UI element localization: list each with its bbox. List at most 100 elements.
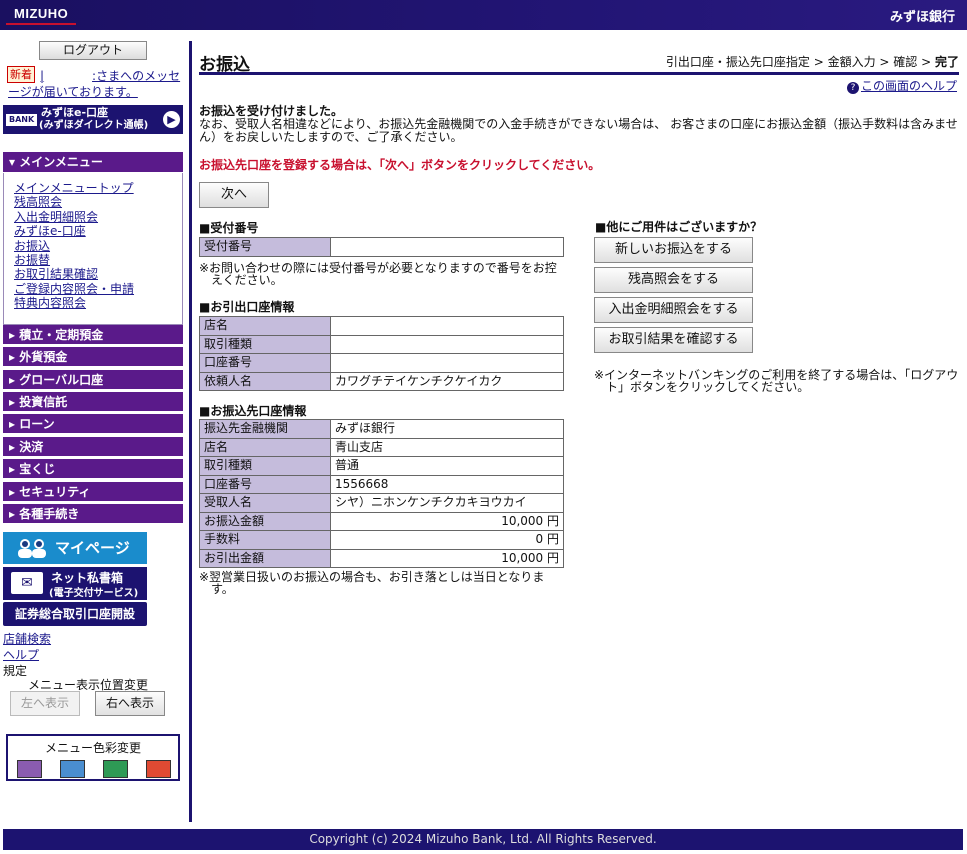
color-swatch-green[interactable] [103, 760, 128, 778]
chevron-right-icon: ▸ [9, 395, 20, 409]
completion-text: なお、受取人名相違などにより、お振込先金融機関での入金手続きができない場合は、 … [199, 117, 958, 144]
chevron-right-icon: ▸ [9, 373, 20, 387]
show-left-button[interactable]: 左へ表示 [10, 691, 80, 716]
menu-item-e-account[interactable]: みずほe-口座 [14, 224, 182, 238]
category-lottery[interactable]: ▸ 宝くじ [3, 459, 183, 479]
next-button[interactable]: 次へ [199, 182, 269, 208]
receipt-value [330, 237, 564, 257]
row-label: 依頼人名 [199, 371, 331, 391]
bank-name: みずほ銀行 [889, 10, 955, 25]
page-help-link[interactable]: ? この画面のヘルプ [846, 77, 957, 94]
menu-item-top[interactable]: メインメニュートップ [14, 181, 182, 195]
category-payment[interactable]: ▸ 決済 [3, 437, 183, 457]
table-row: 手数料 0 円 [199, 530, 564, 550]
row-value: 1556668 [330, 474, 564, 494]
mypage-label: マイページ [55, 539, 130, 557]
menu-item-balance[interactable]: 残高照会 [14, 195, 182, 209]
category-label: ローン [19, 417, 55, 431]
category-procedures[interactable]: ▸ 各種手続き [3, 504, 183, 524]
message-prefix: | [40, 69, 45, 83]
chevron-down-icon: ▾ [9, 155, 20, 169]
receipt-label: 受付番号 [199, 237, 331, 257]
row-label: 手数料 [199, 530, 331, 550]
main-menu-list: メインメニュートップ 残高照会 入出金明細照会 みずほe-口座 お振込 お振替 … [3, 173, 183, 325]
color-swatch-red[interactable] [146, 760, 171, 778]
bank-icon: BANK [6, 114, 38, 126]
from-account-table: 店名 取引種類 口座番号 依頼人名 カワグチテイケンチクケイカク [199, 316, 564, 391]
e-account-title: みずほe-口座 [41, 106, 109, 119]
row-value: シヤ）ニホンケンチクカキヨウカイ [330, 493, 564, 513]
row-value: 10,000 円 [330, 511, 564, 531]
row-value: 普通 [330, 456, 564, 476]
branch-search-link[interactable]: 店舗検索 [3, 630, 51, 647]
receipt-table: 受付番号 [199, 237, 564, 257]
menu-item-account-transfer[interactable]: お振替 [14, 253, 182, 267]
menu-item-transaction-result[interactable]: お取引結果確認 [14, 267, 182, 281]
completion-message: お振込を受け付けました。 なお、受取人名相違などにより、お振込先金融機関での入金… [199, 105, 959, 144]
step-indicator: 引出口座・振込先口座指定 > 金額入力 > 確認 > 完了 [666, 53, 959, 70]
main-menu-title: メインメニュー [19, 155, 103, 169]
row-label: 振込先金融機関 [199, 419, 331, 439]
arrow-right-icon: ▶ [163, 111, 180, 128]
from-section-title: ■お引出口座情報 [199, 300, 295, 314]
table-row: お引出金額 10,000 円 [199, 548, 564, 568]
logout-note: ※インターネットバンキングのご利用を終了する場合は、「ログアウト」ボタンをクリッ… [594, 368, 959, 394]
color-swatch-purple[interactable] [17, 760, 42, 778]
mizuho-logo[interactable]: MIZUHO [6, 3, 77, 25]
people-icon [18, 539, 46, 558]
logout-button[interactable]: ログアウト [39, 41, 147, 60]
other-actions-title: ■他にご用件はございますか？ [595, 220, 763, 234]
new-transfer-button[interactable]: 新しいお振込をする [594, 237, 753, 263]
category-label: 積立・定期預金 [19, 328, 104, 342]
table-row: 受取人名 シヤ）ニホンケンチクカキヨウカイ [199, 493, 564, 513]
category-label: 各種手続き [19, 507, 80, 521]
statement-inquiry-button[interactable]: 入出金明細照会をする [594, 297, 753, 323]
category-label: セキュリティ [19, 485, 91, 499]
top-header-bar: MIZUHO みずほ銀行 [0, 0, 967, 30]
show-right-button[interactable]: 右へ表示 [95, 691, 165, 716]
menu-item-registration[interactable]: ご登録内容照会・申請 [14, 282, 182, 296]
mailbox-subtitle: (電子交付サービス) [49, 588, 139, 599]
page-help-label: この画面のヘルプ [860, 79, 957, 93]
category-security[interactable]: ▸ セキュリティ [3, 482, 183, 502]
row-label: お振込金額 [199, 511, 331, 531]
menu-item-benefits[interactable]: 特典内容照会 [14, 296, 182, 310]
table-row: 店名 青山支店 [199, 437, 564, 457]
menu-color-label: メニュー色彩変更 [44, 741, 141, 755]
table-row: お振込金額 10,000 円 [199, 511, 564, 531]
category-label: 外貨預金 [19, 350, 68, 364]
category-investment-trust[interactable]: ▸ 投資信託 [3, 392, 183, 412]
menu-item-transfer[interactable]: お振込 [14, 239, 182, 253]
securities-account-banner[interactable]: 証券総合取引口座開設 [3, 602, 147, 626]
table-row: 取引種類 普通 [199, 456, 564, 476]
chevron-right-icon: ▸ [9, 350, 20, 364]
category-foreign-deposit[interactable]: ▸ 外貨預金 [3, 347, 183, 367]
main-menu-header[interactable]: ▾ メインメニュー [3, 152, 183, 172]
to-account-table: 振込先金融機関 みずほ銀行 店名 青山支店 取引種類 普通 口座番号 1556668 受… [199, 419, 564, 568]
balance-inquiry-button[interactable]: 残高照会をする [594, 267, 753, 293]
row-value [330, 334, 564, 354]
chevron-right-icon: ▸ [9, 440, 20, 454]
category-savings[interactable]: ▸ 積立・定期預金 [3, 325, 183, 345]
table-row: 取引種類 [199, 334, 564, 354]
net-mailbox-banner[interactable]: ✉ ネット私書箱 (電子交付サービス) [3, 567, 147, 600]
color-swatch-blue[interactable] [60, 760, 85, 778]
new-badge: 新着 [7, 66, 35, 83]
row-value: みずほ銀行 [330, 419, 564, 439]
rules-label[interactable]: 規定 [3, 662, 27, 679]
category-label: グローバル口座 [19, 373, 104, 387]
help-link-side[interactable]: ヘルプ [3, 646, 39, 663]
category-loan[interactable]: ▸ ローン [3, 414, 183, 434]
receipt-section-title: ■受付番号 [199, 221, 259, 235]
transfer-note: ※翌営業日扱いのお振込の場合も、お引き落としは当日となります。 [199, 570, 545, 596]
row-label: 取引種類 [199, 334, 331, 354]
mypage-banner[interactable]: マイページ [3, 532, 147, 564]
e-account-subtitle: (みずほダイレクト通帳) [39, 120, 149, 131]
transaction-result-button[interactable]: お取引結果を確認する [594, 327, 753, 353]
e-account-banner[interactable]: BANK みずほe-口座 (みずほダイレクト通帳) ▶ [3, 105, 183, 134]
category-global-account[interactable]: ▸ グローバル口座 [3, 370, 183, 390]
menu-item-statement[interactable]: 入出金明細照会 [14, 210, 182, 224]
category-label: 投資信託 [19, 395, 68, 409]
table-row: 店名 [199, 316, 564, 336]
category-label: 宝くじ [19, 462, 56, 476]
